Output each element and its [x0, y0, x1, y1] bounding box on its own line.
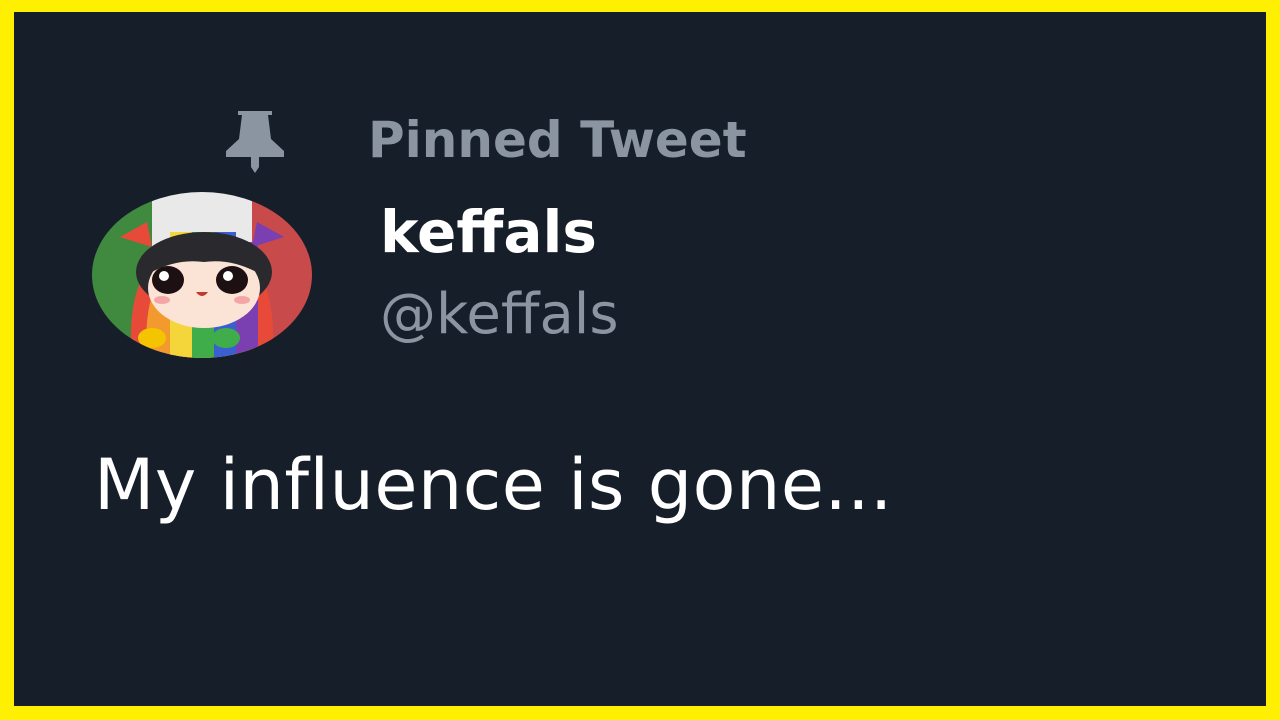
pin-icon: [226, 111, 284, 173]
display-name[interactable]: keffals: [380, 198, 597, 266]
avatar-image: [92, 192, 312, 358]
pinned-indicator: Pinned Tweet: [224, 107, 747, 173]
tweet-card: Pinned Tweet keffals @keffals My influen…: [0, 0, 1280, 720]
avatar[interactable]: [92, 192, 312, 358]
user-handle[interactable]: @keffals: [380, 282, 619, 347]
tweet-text: My influence is gone...: [94, 444, 893, 526]
pinned-tweet-label: Pinned Tweet: [368, 111, 747, 169]
